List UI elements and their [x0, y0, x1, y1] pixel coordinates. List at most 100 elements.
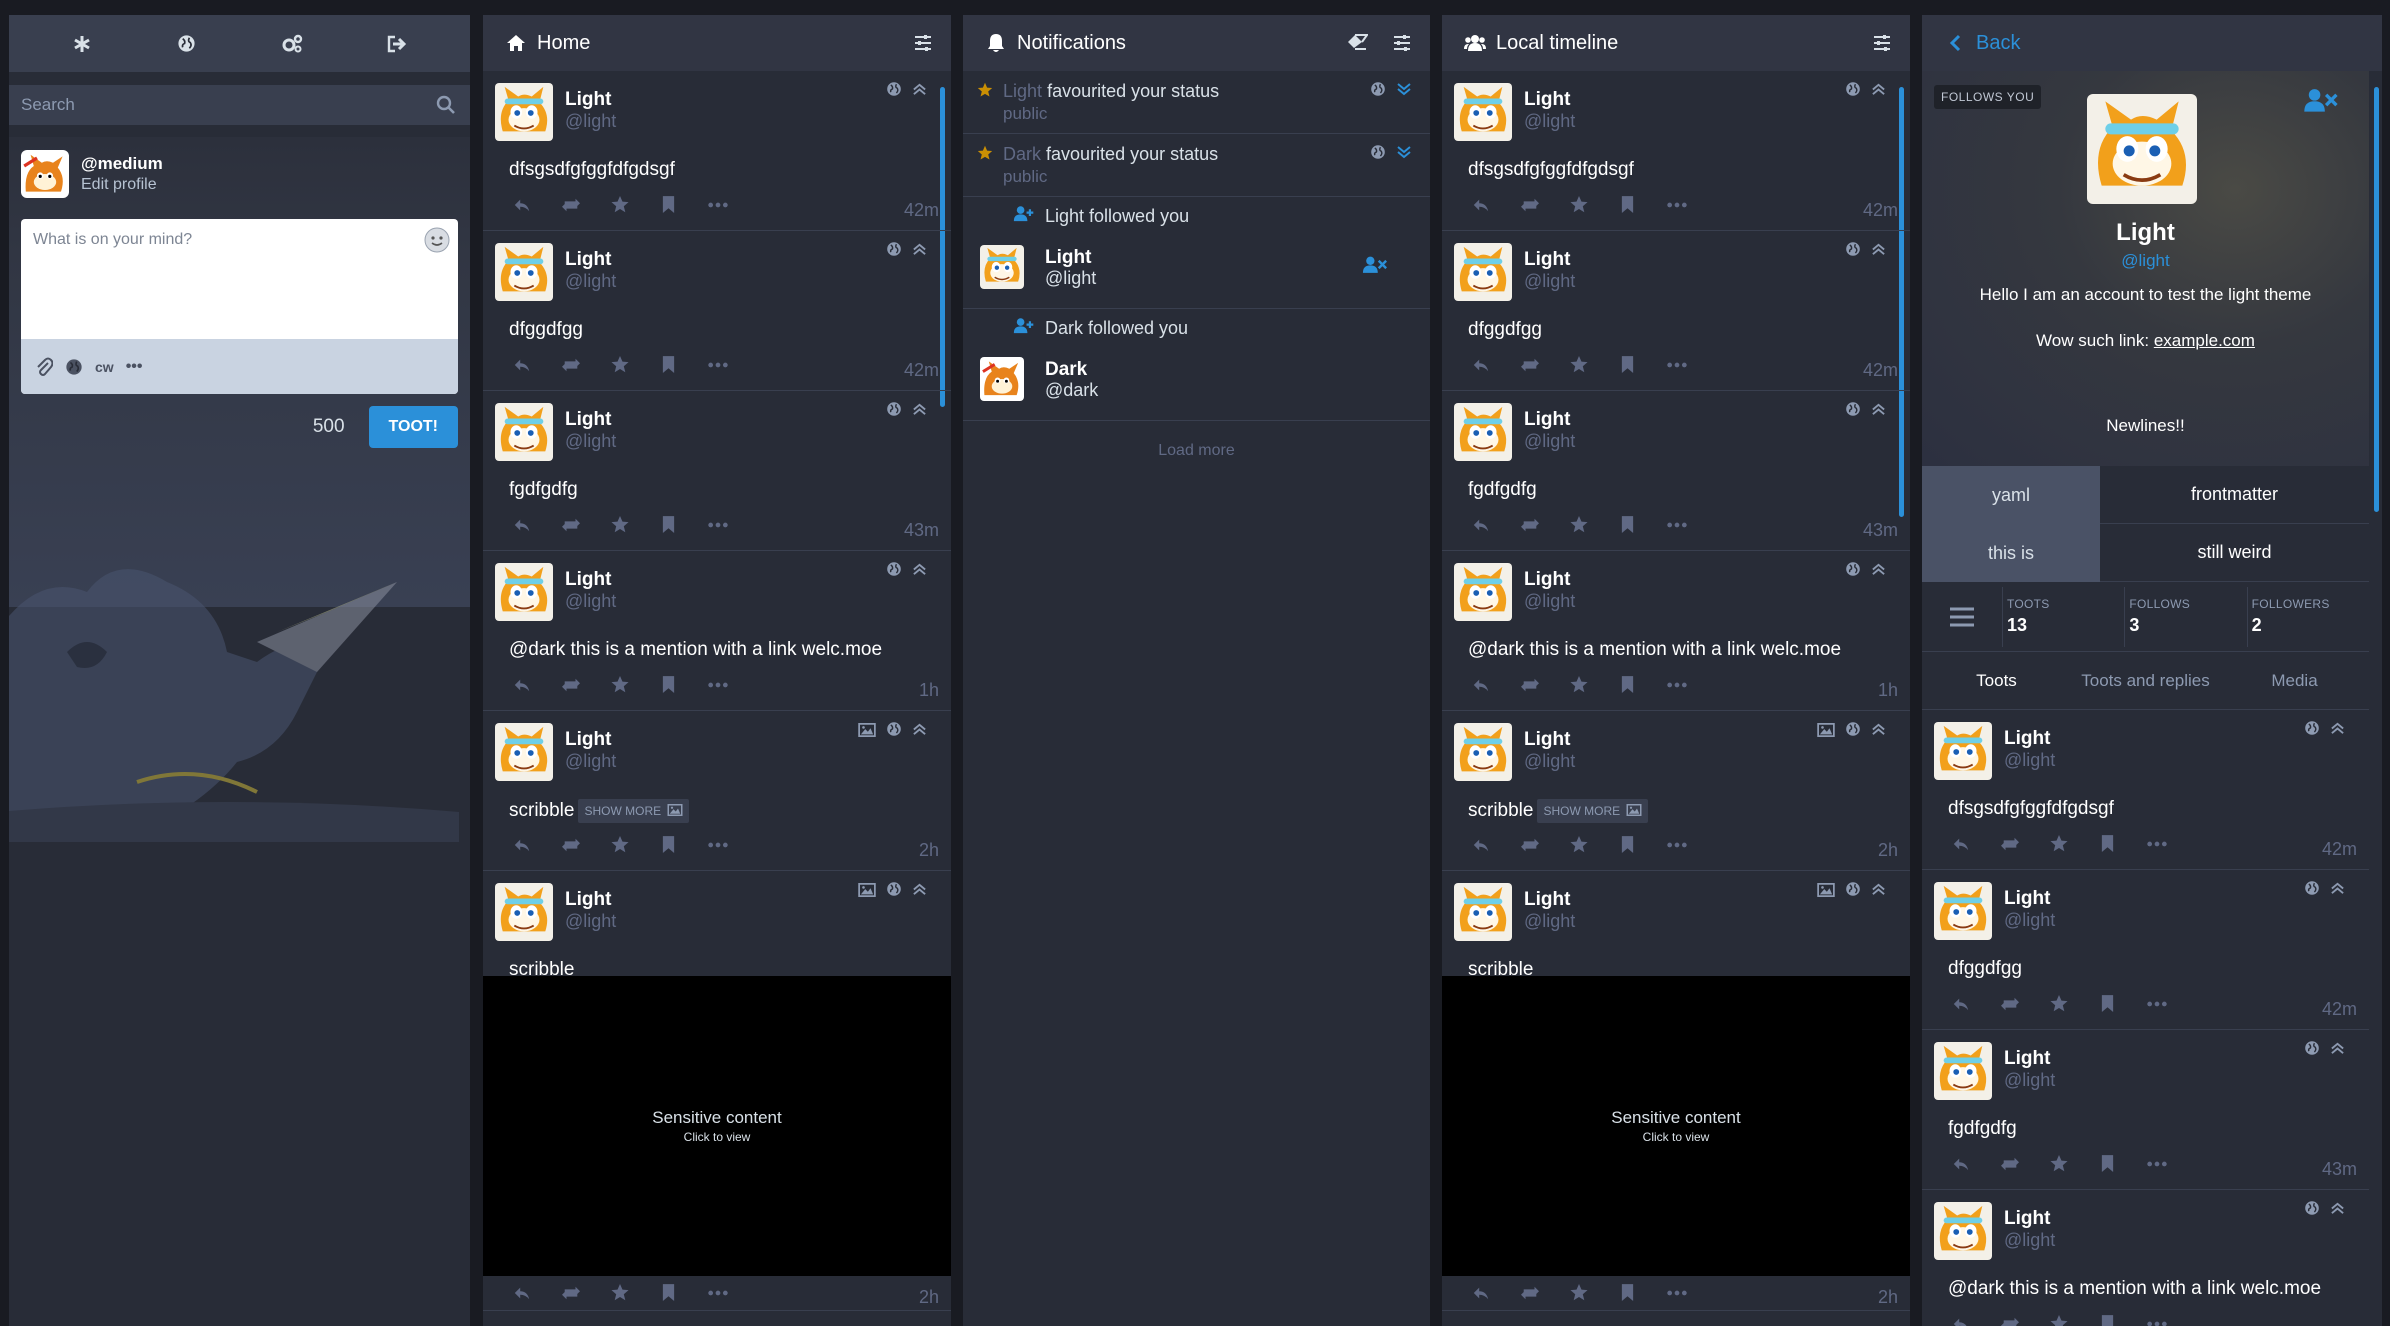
avatar[interactable]	[495, 83, 553, 141]
reply-icon[interactable]	[497, 356, 546, 374]
bookmark-icon[interactable]	[1603, 195, 1652, 214]
display-name[interactable]: Light	[565, 729, 611, 751]
column-settings-icon[interactable]	[1872, 33, 1892, 53]
display-name[interactable]: Light	[2004, 888, 2050, 910]
collapse-icon[interactable]	[1871, 721, 1886, 743]
display-name[interactable]: Light	[1524, 889, 1570, 911]
back-button[interactable]: Back	[1976, 32, 2020, 55]
search-input[interactable]	[9, 85, 470, 125]
avatar[interactable]	[495, 883, 553, 941]
favourite-icon[interactable]	[1554, 1283, 1603, 1302]
bookmark-icon[interactable]	[644, 515, 693, 534]
status[interactable]: Light @light dfggdfgg 42m	[483, 231, 951, 391]
status[interactable]: Light @light scribble Sensitive content Clic…	[483, 871, 951, 1311]
boost-icon[interactable]	[1985, 835, 2034, 853]
bookmark-icon[interactable]	[644, 835, 693, 854]
status[interactable]: Light @light dfsgsdfgfggfdfgdsgf 42m	[483, 71, 951, 231]
reply-icon[interactable]	[497, 516, 546, 534]
boost-icon[interactable]	[1985, 1155, 2034, 1173]
sensitive-media[interactable]: Sensitive content Click to view	[1442, 976, 1910, 1276]
bookmark-icon[interactable]	[644, 355, 693, 374]
bookmark-icon[interactable]	[2083, 994, 2132, 1013]
cw-button[interactable]: cw	[95, 359, 114, 375]
status-timestamp[interactable]: 43m	[2322, 1159, 2357, 1180]
reply-icon[interactable]	[497, 196, 546, 214]
column-header[interactable]: Local timeline	[1442, 15, 1910, 71]
favourite-notification[interactable]: Dark favourited your status public	[963, 134, 1430, 197]
profile-avatar[interactable]	[2087, 94, 2197, 204]
collapse-icon[interactable]	[912, 401, 927, 423]
boost-icon[interactable]	[546, 836, 595, 854]
collapse-icon[interactable]	[1871, 561, 1886, 583]
collapse-icon[interactable]	[912, 721, 927, 743]
favourite-icon[interactable]	[595, 515, 644, 534]
collapse-icon[interactable]	[912, 881, 927, 903]
followers-counter[interactable]: FOLLOWERS 2	[2246, 586, 2369, 647]
status-timestamp[interactable]: 42m	[2322, 999, 2357, 1020]
globe-icon[interactable]	[167, 24, 207, 64]
avatar[interactable]	[495, 403, 553, 461]
follow-notification[interactable]: Dark followed you Dark @dark	[963, 309, 1430, 421]
avatar[interactable]	[1454, 723, 1512, 781]
bookmark-icon[interactable]	[1603, 355, 1652, 374]
boost-icon[interactable]	[546, 1284, 595, 1302]
avatar[interactable]	[1454, 83, 1512, 141]
display-name[interactable]: Light	[1524, 409, 1570, 431]
collapse-icon[interactable]	[912, 561, 927, 583]
bookmark-icon[interactable]	[1603, 515, 1652, 534]
bookmark-icon[interactable]	[644, 675, 693, 694]
more-icon[interactable]	[693, 361, 742, 369]
load-more-button[interactable]: Load more	[963, 421, 1430, 481]
reply-icon[interactable]	[1936, 1155, 1985, 1173]
status[interactable]: Light @light scribble SHOW MORE 2h	[1442, 711, 1910, 871]
favourite-icon[interactable]	[1554, 355, 1603, 374]
status[interactable]: Light @light @dark this is a mention with …	[1442, 551, 1910, 711]
favourite-notification[interactable]: Light favourited your status public	[963, 71, 1430, 134]
avatar[interactable]	[1454, 243, 1512, 301]
avatar[interactable]	[1934, 882, 1992, 940]
more-icon[interactable]	[1652, 201, 1701, 209]
status-timestamp[interactable]: 42m	[904, 200, 939, 221]
paperclip-icon[interactable]	[35, 357, 53, 377]
bookmark-icon[interactable]	[2083, 1154, 2132, 1173]
reply-icon[interactable]	[1456, 836, 1505, 854]
display-name[interactable]: Dark	[1045, 359, 1087, 381]
more-icon[interactable]	[693, 521, 742, 529]
collapse-icon[interactable]	[1871, 401, 1886, 423]
more-icon[interactable]	[1652, 841, 1701, 849]
scrollbar[interactable]	[2374, 87, 2379, 512]
boost-icon[interactable]	[1505, 356, 1554, 374]
column-header[interactable]: Home	[483, 15, 951, 71]
status[interactable]: Light @light dfggdfgg 42m	[1442, 231, 1910, 391]
column-settings-icon[interactable]	[913, 33, 933, 53]
status-timestamp[interactable]: 2h	[919, 1287, 939, 1308]
status-timestamp[interactable]: 43m	[904, 520, 939, 541]
bookmark-icon[interactable]	[2083, 834, 2132, 853]
boost-icon[interactable]	[1505, 196, 1554, 214]
status[interactable]: Light @light fgdfgdfg 43m	[1922, 1030, 2369, 1190]
status-timestamp[interactable]: 1h	[919, 680, 939, 701]
bookmark-icon[interactable]	[1603, 1283, 1652, 1302]
reply-icon[interactable]	[1456, 356, 1505, 374]
unfollow-icon[interactable]	[1362, 255, 1388, 280]
avatar[interactable]	[980, 357, 1024, 401]
status[interactable]: Light @light dfggdfgg 42m	[1922, 870, 2369, 1030]
boost-icon[interactable]	[1505, 516, 1554, 534]
tab-toots[interactable]: Toots	[1922, 671, 2071, 691]
collapse-icon[interactable]	[2330, 880, 2345, 902]
status-timestamp[interactable]: 1h	[1878, 680, 1898, 701]
avatar[interactable]	[495, 243, 553, 301]
collapse-icon[interactable]	[912, 241, 927, 263]
avatar[interactable]	[1934, 722, 1992, 780]
more-icon[interactable]	[2132, 1320, 2181, 1326]
column-header[interactable]: Notifications	[963, 15, 1430, 71]
favourite-icon[interactable]	[2034, 1314, 2083, 1326]
cogs-icon[interactable]	[272, 24, 312, 64]
boost-icon[interactable]	[546, 196, 595, 214]
collapse-icon[interactable]	[912, 81, 927, 103]
favourite-icon[interactable]	[1554, 515, 1603, 534]
edit-profile-link[interactable]: Edit profile	[81, 176, 163, 194]
favourite-icon[interactable]	[2034, 994, 2083, 1013]
favourite-icon[interactable]	[595, 355, 644, 374]
display-name[interactable]: Light	[1524, 569, 1570, 591]
